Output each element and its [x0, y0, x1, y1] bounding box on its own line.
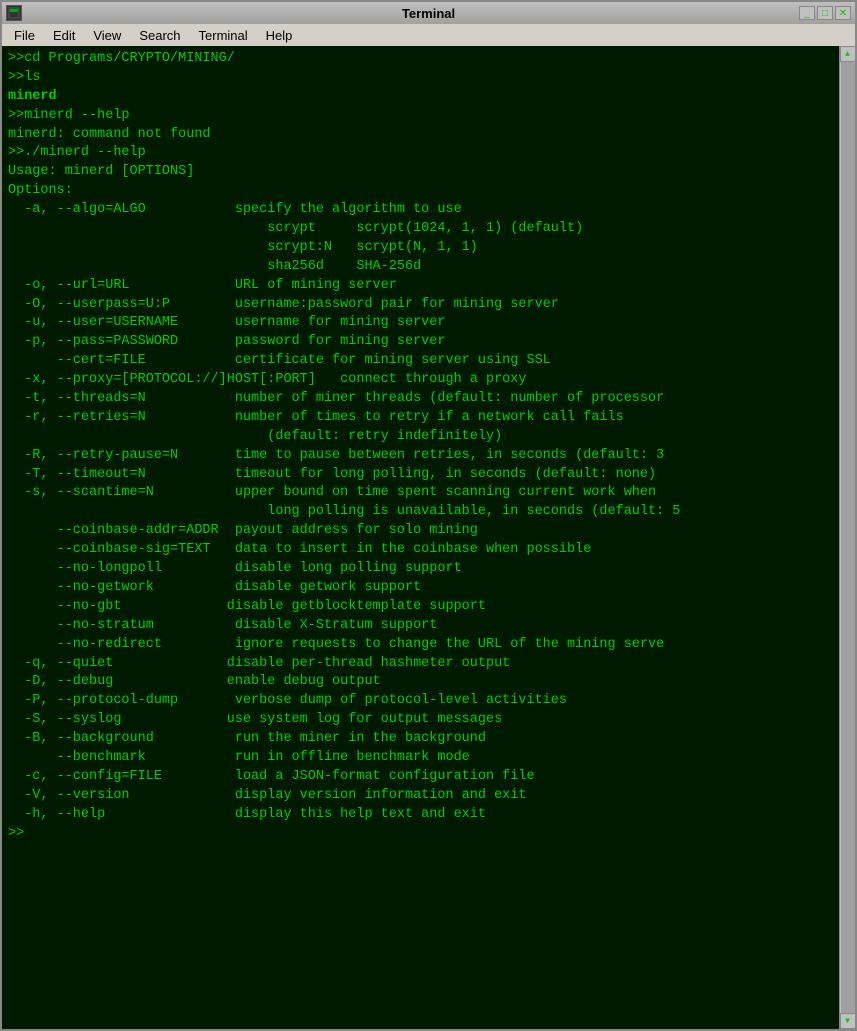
terminal-line: >>ls — [8, 69, 833, 88]
terminal-line: >>cd Programs/CRYPTO/MINING/ — [8, 50, 833, 69]
terminal-wrapper: >>cd Programs/CRYPTO/MINING/>>lsminerd>>… — [2, 46, 855, 1029]
terminal-line: (default: retry indefinitely) — [8, 428, 833, 447]
scroll-track[interactable] — [841, 62, 855, 1013]
terminal-line: --no-longpoll disable long polling suppo… — [8, 560, 833, 579]
terminal-line: scrypt:N scrypt(N, 1, 1) — [8, 239, 833, 258]
terminal-line: >>./minerd --help — [8, 144, 833, 163]
terminal-line: --no-stratum disable X-Stratum support — [8, 617, 833, 636]
title-bar-left — [6, 5, 22, 21]
terminal-line: --no-redirect ignore requests to change … — [8, 636, 833, 655]
terminal-line: -B, --background run the miner in the ba… — [8, 730, 833, 749]
terminal-line: --benchmark run in offline benchmark mod… — [8, 749, 833, 768]
terminal-line: -p, --pass=PASSWORD password for mining … — [8, 333, 833, 352]
terminal-line: Options: — [8, 182, 833, 201]
window-icon — [6, 5, 22, 21]
window-controls: _ □ ✕ — [799, 6, 851, 20]
vertical-scrollbar[interactable]: ▲ ▼ — [839, 46, 855, 1029]
terminal-line: --coinbase-addr=ADDR payout address for … — [8, 522, 833, 541]
terminal-line: -t, --threads=N number of miner threads … — [8, 390, 833, 409]
terminal-line: -V, --version display version informatio… — [8, 787, 833, 806]
terminal-line: -r, --retries=N number of times to retry… — [8, 409, 833, 428]
terminal-line: >>minerd --help — [8, 107, 833, 126]
terminal-line: -a, --algo=ALGO specify the algorithm to… — [8, 201, 833, 220]
terminal-line: sha256d SHA-256d — [8, 258, 833, 277]
terminal-line: -x, --proxy=[PROTOCOL://]HOST[:PORT] con… — [8, 371, 833, 390]
terminal-line: -c, --config=FILE load a JSON-format con… — [8, 768, 833, 787]
terminal-line: -h, --help display this help text and ex… — [8, 806, 833, 825]
terminal-line: scrypt scrypt(1024, 1, 1) (default) — [8, 220, 833, 239]
minimize-button[interactable]: _ — [799, 6, 815, 20]
terminal-line: -P, --protocol-dump verbose dump of prot… — [8, 692, 833, 711]
terminal-line: --no-gbt disable getblocktemplate suppor… — [8, 598, 833, 617]
menu-help[interactable]: Help — [258, 26, 301, 45]
window-title: Terminal — [402, 6, 455, 21]
terminal-line: -s, --scantime=N upper bound on time spe… — [8, 484, 833, 503]
terminal-line: --cert=FILE certificate for mining serve… — [8, 352, 833, 371]
terminal-line: Usage: minerd [OPTIONS] — [8, 163, 833, 182]
terminal-line: -D, --debug enable debug output — [8, 673, 833, 692]
restore-button[interactable]: □ — [817, 6, 833, 20]
menu-view[interactable]: View — [85, 26, 129, 45]
terminal-line: --coinbase-sig=TEXT data to insert in th… — [8, 541, 833, 560]
terminal-line: --no-getwork disable getwork support — [8, 579, 833, 598]
terminal-line: -q, --quiet disable per-thread hashmeter… — [8, 655, 833, 674]
menu-terminal[interactable]: Terminal — [191, 26, 256, 45]
scroll-down-button[interactable]: ▼ — [840, 1013, 856, 1029]
terminal-window: Terminal _ □ ✕ File Edit View Search Ter… — [0, 0, 857, 1031]
menubar: File Edit View Search Terminal Help — [2, 24, 855, 46]
terminal-line: -u, --user=USERNAME username for mining … — [8, 314, 833, 333]
terminal-line: long polling is unavailable, in seconds … — [8, 503, 833, 522]
terminal-line: >> — [8, 825, 833, 844]
terminal-line: minerd — [8, 88, 833, 107]
terminal-line: -o, --url=URL URL of mining server — [8, 277, 833, 296]
close-button[interactable]: ✕ — [835, 6, 851, 20]
menu-search[interactable]: Search — [131, 26, 188, 45]
menu-edit[interactable]: Edit — [45, 26, 83, 45]
scroll-up-button[interactable]: ▲ — [840, 46, 856, 62]
terminal-body[interactable]: >>cd Programs/CRYPTO/MINING/>>lsminerd>>… — [2, 46, 839, 1029]
terminal-line: -O, --userpass=U:P username:password pai… — [8, 296, 833, 315]
menu-file[interactable]: File — [6, 26, 43, 45]
terminal-line: minerd: command not found — [8, 126, 833, 145]
terminal-line: -S, --syslog use system log for output m… — [8, 711, 833, 730]
terminal-line: -R, --retry-pause=N time to pause betwee… — [8, 447, 833, 466]
terminal-line: -T, --timeout=N timeout for long polling… — [8, 466, 833, 485]
title-bar: Terminal _ □ ✕ — [2, 2, 855, 24]
